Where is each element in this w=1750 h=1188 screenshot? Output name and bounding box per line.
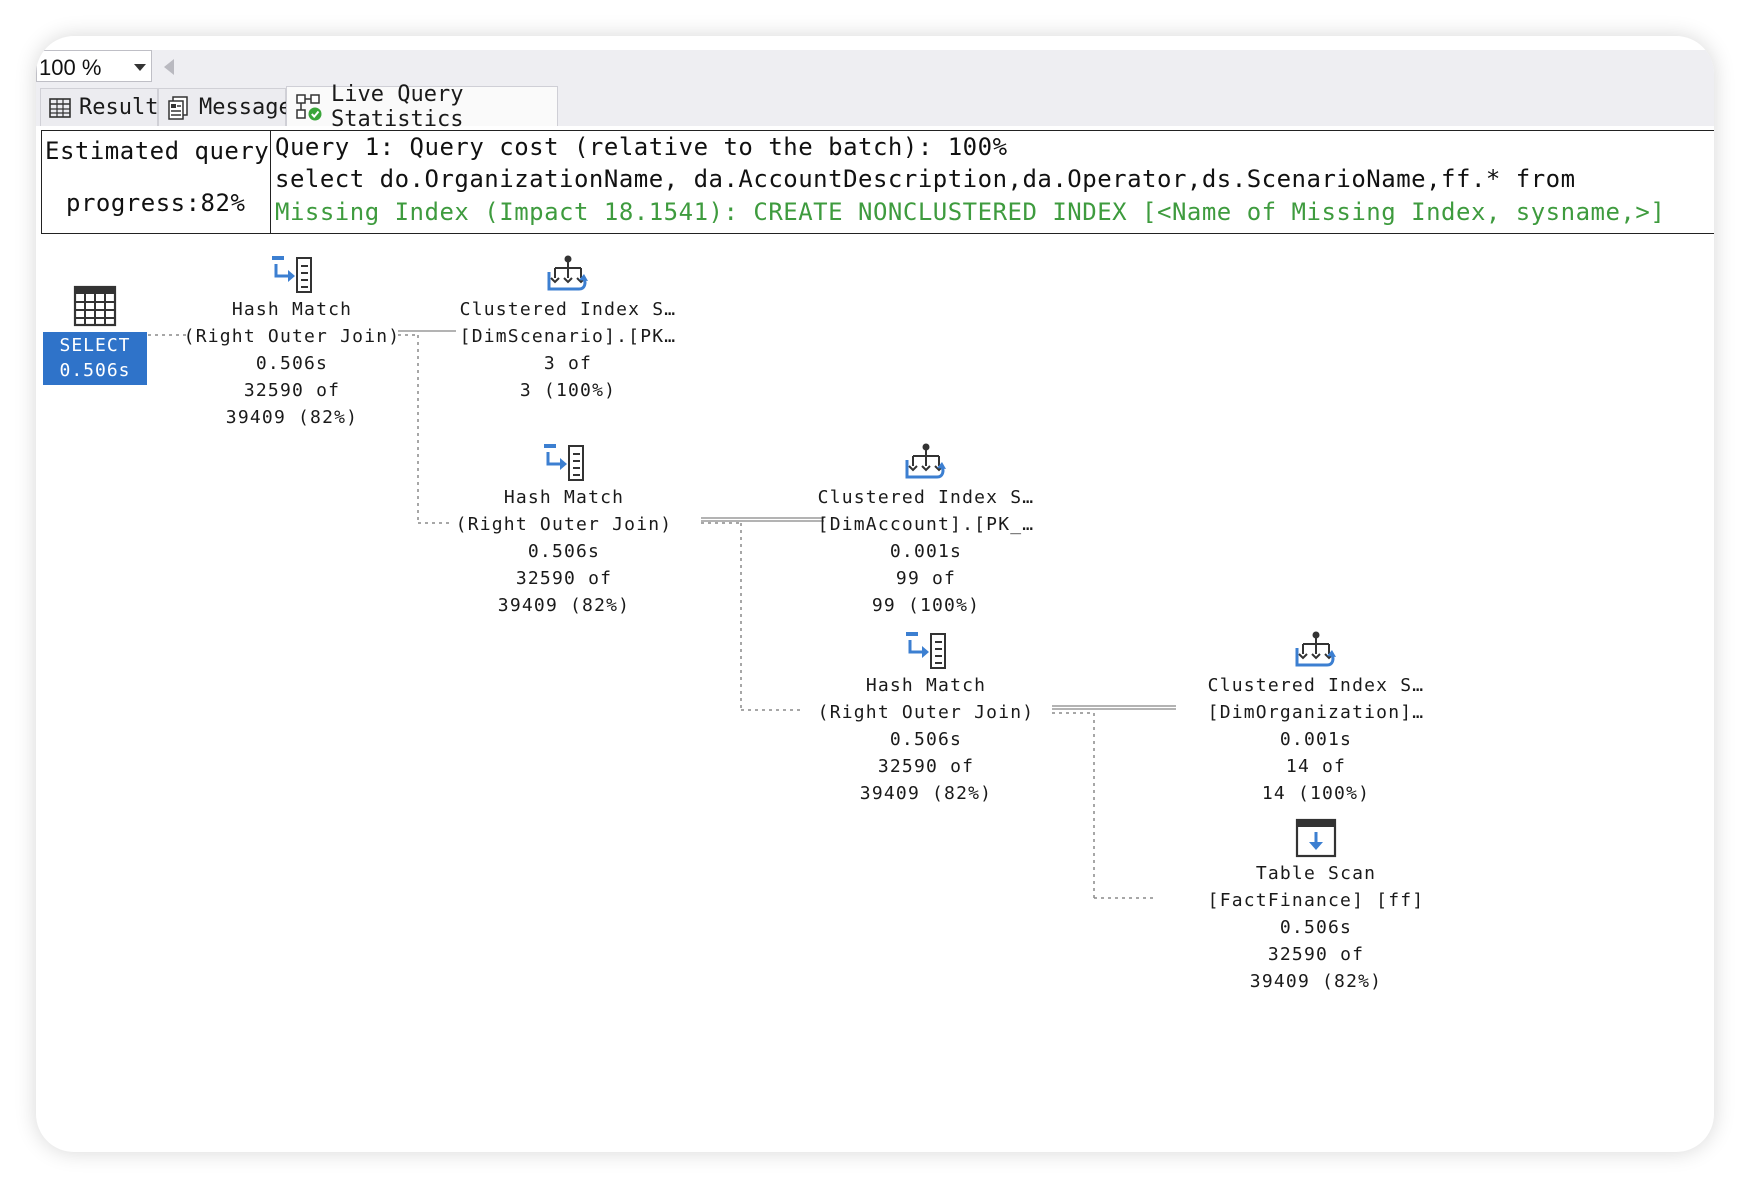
op-time: 0.001s [889,541,963,562]
op-estimate: 39409 (82%) [497,595,631,616]
op-rows: 14 of [1285,756,1347,777]
clustered-index-seek-icon [547,255,588,291]
op-rows: 32590 of [515,568,613,589]
query-cost: Query 1: Query cost (relative to the bat… [275,133,1008,161]
results-tabbar: Results Messages Live Query Statistics [36,82,1714,132]
tab-results[interactable]: Results [40,88,172,126]
op-name: Hash Match [503,487,625,508]
query-text-pane[interactable]: Query 1: Query cost (relative to the bat… [270,130,1714,234]
op-rows: 32590 of [1267,944,1365,965]
op-estimate: 39409 (82%) [1249,971,1383,992]
op-object: [DimOrganization]… [1207,702,1425,723]
window-frame: 100 % Results Messages Live Query Statis… [36,36,1714,1152]
table-scan-icon [1295,818,1337,858]
op-rows: 32590 of [243,380,341,401]
table-scan-node[interactable]: Table Scan [FactFinance] [ff] 0.506s 325… [1166,818,1466,995]
progress-caption: Estimated query [45,137,270,165]
op-time: 0.506s [889,729,963,750]
clustered-index-seek-node-1[interactable]: Clustered Index S… [DimScenario].[PK… 3 … [418,254,718,404]
op-rows: 3 of [543,353,593,374]
clustered-index-seek-node-2[interactable]: Clustered Index S… [DimAccount].[PK_… 0.… [776,442,1076,619]
hash-match-icon [544,444,584,481]
messages-icon [168,95,188,120]
hash-match-icon [272,256,312,293]
op-estimate: 99 (100%) [871,595,981,616]
op-name: Hash Match [231,299,353,320]
op-name: Clustered Index S… [817,487,1035,508]
toolbar: 100 % [36,50,1714,85]
execution-plan: SELECT 0.506s Hash Match (Right Outer Jo… [36,236,1714,1152]
hash-match-icon [906,632,946,669]
op-name: Table Scan [1255,863,1377,884]
missing-index-hint[interactable]: Missing Index (Impact 18.1541): CREATE N… [275,198,1665,226]
op-rows: 32590 of [877,756,975,777]
tab-label: Live Query Statistics [331,81,464,132]
live-stats-icon [296,93,322,120]
op-detail: (Right Outer Join) [817,702,1035,723]
query-sql: select do.OrganizationName, da.AccountDe… [275,165,1576,193]
chevron-down-icon [134,64,146,71]
op-estimate: 39409 (82%) [225,407,359,428]
op-time: 0.506s [1279,917,1353,938]
op-estimate: 39409 (82%) [859,783,993,804]
op-name: Hash Match [865,675,987,696]
hash-match-node-3[interactable]: Hash Match (Right Outer Join) 0.506s 325… [776,630,1076,807]
clustered-index-seek-node-3[interactable]: Clustered Index S… [DimOrganization]… 0.… [1166,630,1466,807]
grid-icon [49,97,71,118]
select-result-icon [73,285,117,327]
op-object: [FactFinance] [ff] [1207,890,1425,911]
select-time: 0.506s [59,360,131,381]
query-progress-pane: Estimated query progress:82% [41,130,271,234]
op-detail: (Right Outer Join) [455,514,673,535]
op-time: 0.001s [1279,729,1353,750]
op-estimate: 14 (100%) [1261,783,1371,804]
zoom-value: 100 % [39,55,102,80]
tab-live-query-statistics[interactable]: Live Query Statistics [286,82,558,132]
select-label: SELECT [59,335,131,356]
zoom-dropdown[interactable]: 100 % [36,50,152,82]
op-time: 0.506s [255,353,329,374]
progress-value: progress:82% [66,189,246,217]
tab-messages[interactable]: Messages [158,88,305,126]
op-estimate: 3 (100%) [519,380,617,401]
select-label-box: SELECT 0.506s [43,332,147,385]
op-name: Clustered Index S… [459,299,677,320]
op-rows: 99 of [895,568,957,589]
op-time: 0.506s [527,541,601,562]
op-object: [DimScenario].[PK… [459,326,677,347]
clustered-index-seek-icon [905,443,946,479]
op-object: [DimAccount].[PK_… [817,514,1035,535]
clustered-index-seek-icon [1295,631,1336,667]
scroll-left-icon[interactable] [164,59,174,75]
op-name: Clustered Index S… [1207,675,1425,696]
op-detail: (Right Outer Join) [183,326,401,347]
hash-match-node-1[interactable]: Hash Match (Right Outer Join) 0.506s 325… [142,254,442,431]
hash-match-node-2[interactable]: Hash Match (Right Outer Join) 0.506s 325… [414,442,714,619]
select-operator[interactable]: SELECT 0.506s [43,284,147,385]
